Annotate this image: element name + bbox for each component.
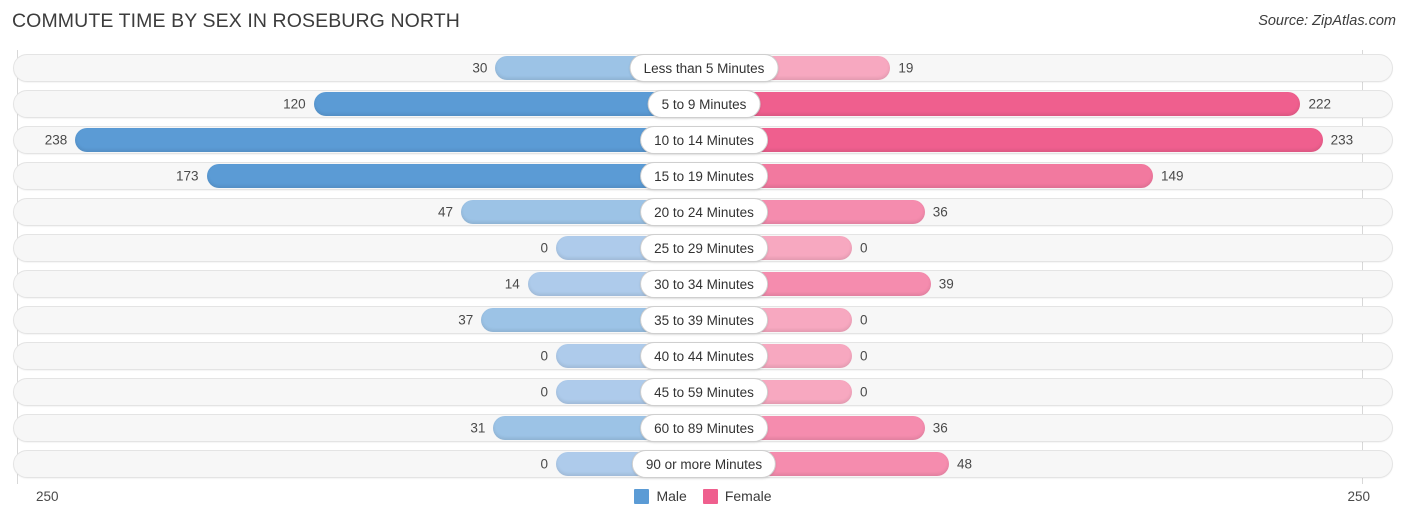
- value-label-female: 0: [860, 348, 868, 364]
- value-label-male: 173: [176, 168, 199, 184]
- category-label: 25 to 29 Minutes: [640, 234, 768, 262]
- value-label-female: 19: [898, 60, 914, 76]
- bar-female[interactable]: [704, 128, 1323, 152]
- value-label-male: 0: [540, 384, 548, 400]
- category-label: 45 to 59 Minutes: [640, 378, 768, 406]
- bar-male[interactable]: [75, 128, 704, 152]
- value-label-male: 238: [44, 132, 68, 148]
- row-inner: 14 39 30 to 34 Minutes: [14, 270, 1392, 298]
- value-label-male: 47: [438, 204, 454, 220]
- value-label-male: 37: [458, 312, 474, 328]
- row-inner: 0 48 90 or more Minutes: [14, 450, 1392, 478]
- value-label-female: 233: [1330, 132, 1354, 148]
- value-label-female: 0: [860, 240, 868, 256]
- value-label-male: 0: [540, 456, 548, 472]
- table-row[interactable]: 47 36 20 to 24 Minutes: [13, 198, 1393, 226]
- category-label: 5 to 9 Minutes: [647, 90, 761, 118]
- table-row[interactable]: 0 0 40 to 44 Minutes: [13, 342, 1393, 370]
- value-label-male: 31: [470, 420, 486, 436]
- table-row[interactable]: 0 0 45 to 59 Minutes: [13, 378, 1393, 406]
- row-inner: 0 0 45 to 59 Minutes: [14, 378, 1392, 406]
- category-label: Less than 5 Minutes: [629, 54, 779, 82]
- legend-label: Female: [724, 488, 772, 504]
- value-label-female: 0: [860, 384, 868, 400]
- category-label: 35 to 39 Minutes: [640, 306, 768, 334]
- table-row[interactable]: 0 48 90 or more Minutes: [13, 450, 1393, 478]
- chart-footer: 250 250 Male Female: [0, 484, 1406, 523]
- page-title: COMMUTE TIME BY SEX IN ROSEBURG NORTH: [12, 10, 460, 32]
- category-label: 30 to 34 Minutes: [640, 270, 768, 298]
- row-inner: 30 19 Less than 5 Minutes: [14, 54, 1392, 82]
- chart-container: COMMUTE TIME BY SEX IN ROSEBURG NORTH So…: [0, 0, 1406, 523]
- chart-legend: Male Female: [0, 488, 1406, 504]
- value-label-male: 0: [540, 240, 548, 256]
- value-label-female: 0: [860, 312, 868, 328]
- row-inner: 0 0 25 to 29 Minutes: [14, 234, 1392, 262]
- table-row[interactable]: 120 222 5 to 9 Minutes: [13, 90, 1393, 118]
- value-label-female: 36: [932, 420, 948, 436]
- source-attribution: Source: ZipAtlas.com: [1258, 13, 1396, 29]
- value-label-female: 48: [956, 456, 972, 472]
- bar-female[interactable]: [704, 92, 1301, 116]
- row-inner: 173 149 15 to 19 Minutes: [14, 162, 1392, 190]
- category-label: 60 to 89 Minutes: [640, 414, 768, 442]
- plot-area: 30 19 Less than 5 Minutes 120 222 5 to 9 Minu…: [0, 50, 1406, 484]
- category-label: 15 to 19 Minutes: [640, 162, 768, 190]
- row-inner: 31 36 60 to 89 Minutes: [14, 414, 1392, 442]
- table-row[interactable]: 238 233 10 to 14 Minutes: [13, 126, 1393, 154]
- category-label: 90 or more Minutes: [631, 450, 777, 478]
- value-label-male: 120: [283, 96, 306, 112]
- value-label-male: 14: [504, 276, 520, 292]
- legend-swatch-icon: [634, 488, 650, 504]
- value-label-male: 0: [540, 348, 548, 364]
- row-inner: 37 0 35 to 39 Minutes: [14, 306, 1392, 334]
- table-row[interactable]: 37 0 35 to 39 Minutes: [13, 306, 1393, 334]
- table-row[interactable]: 173 149 15 to 19 Minutes: [13, 162, 1393, 190]
- legend-item-female[interactable]: Female: [702, 488, 772, 504]
- row-inner: 120 222 5 to 9 Minutes: [14, 90, 1392, 118]
- value-label-female: 36: [932, 204, 948, 220]
- value-label-male: 30: [472, 60, 488, 76]
- value-label-female: 39: [938, 276, 954, 292]
- bar-male[interactable]: [206, 164, 704, 188]
- legend-swatch-icon: [702, 488, 718, 504]
- chart-header: COMMUTE TIME BY SEX IN ROSEBURG NORTH So…: [0, 0, 1406, 44]
- category-label: 40 to 44 Minutes: [640, 342, 768, 370]
- category-label: 10 to 14 Minutes: [640, 126, 768, 154]
- table-row[interactable]: 0 0 25 to 29 Minutes: [13, 234, 1393, 262]
- value-label-female: 149: [1160, 168, 1184, 184]
- table-row[interactable]: 14 39 30 to 34 Minutes: [13, 270, 1393, 298]
- bar-male[interactable]: [313, 92, 704, 116]
- row-inner: 47 36 20 to 24 Minutes: [14, 198, 1392, 226]
- legend-label: Male: [656, 488, 687, 504]
- legend-item-male[interactable]: Male: [634, 488, 687, 504]
- row-inner: 238 233 10 to 14 Minutes: [14, 126, 1392, 154]
- table-row[interactable]: 31 36 60 to 89 Minutes: [13, 414, 1393, 442]
- category-label: 20 to 24 Minutes: [640, 198, 768, 226]
- table-row[interactable]: 30 19 Less than 5 Minutes: [13, 54, 1393, 82]
- bar-female[interactable]: [704, 164, 1153, 188]
- value-label-female: 222: [1308, 96, 1331, 112]
- row-inner: 0 0 40 to 44 Minutes: [14, 342, 1392, 370]
